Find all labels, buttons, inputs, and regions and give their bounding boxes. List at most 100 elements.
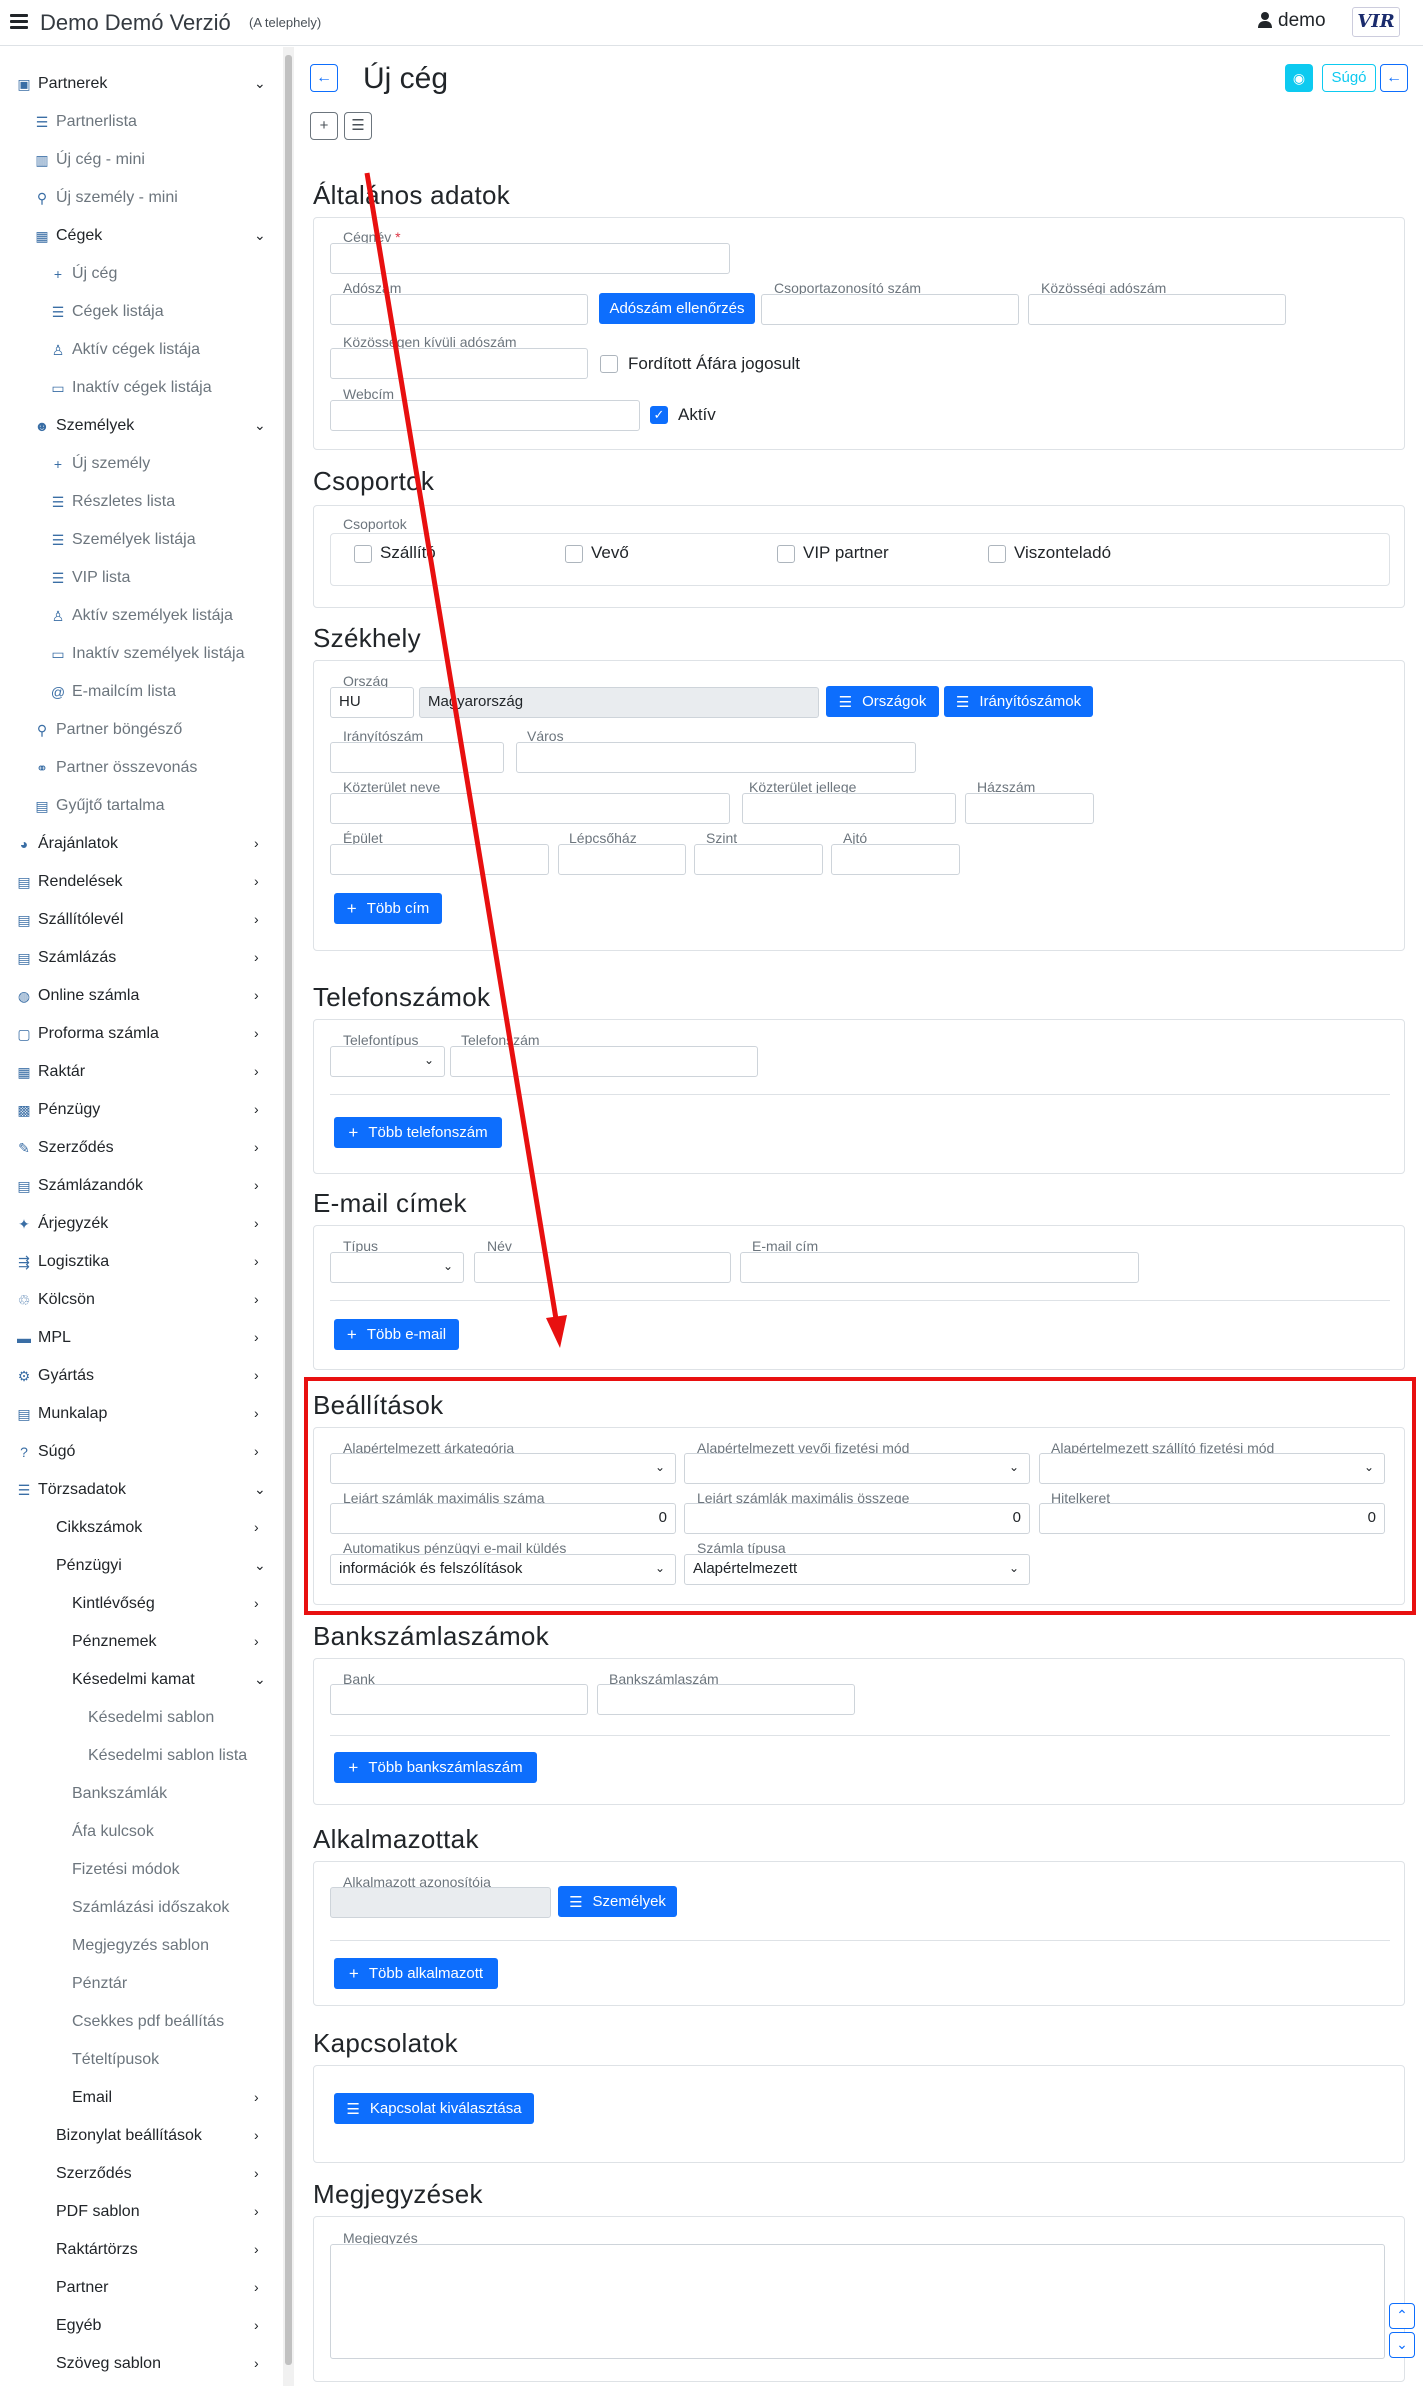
group-vip-checkbox[interactable] (777, 545, 795, 563)
sidebar-item-27[interactable]: ▦ Raktár › (16, 1053, 260, 1091)
sidebar-item-58[interactable]: Raktártörzs › (56, 2231, 260, 2269)
more-address-button[interactable]: + Több cím (334, 893, 442, 924)
sidebar-item-54[interactable]: Email › (72, 2079, 260, 2117)
back-button-right[interactable]: ← (1380, 64, 1408, 92)
group-supplier-checkbox[interactable] (354, 545, 372, 563)
sidebar-scrollbar[interactable] (283, 47, 294, 2386)
tax-number-input[interactable] (330, 294, 588, 325)
bank-input[interactable] (330, 1684, 588, 1715)
door-input[interactable] (831, 844, 960, 875)
zips-button[interactable]: ☰ Irányítószámok (944, 686, 1093, 717)
street-type-input[interactable] (742, 793, 956, 824)
menu-toggle-icon[interactable] (10, 14, 28, 29)
house-no-input[interactable] (965, 793, 1094, 824)
supplier-pay-select[interactable]: ⌄ (1039, 1453, 1385, 1484)
user-menu[interactable]: demo (1258, 10, 1326, 32)
sidebar-item-4[interactable]: ⚲ Új személy - mini (34, 179, 260, 217)
sidebar-item-61[interactable]: Szöveg sablon › (56, 2345, 260, 2383)
sidebar-item-24[interactable]: ▤ Számlázás › (16, 939, 260, 977)
sidebar-item-39[interactable]: Cikkszámok › (56, 1509, 260, 1547)
auto-email-select[interactable]: információk és felszólítások ⌄ (330, 1554, 676, 1585)
sidebar-item-46[interactable]: Bankszámlák (72, 1775, 260, 1813)
help-button[interactable]: Súgó (1322, 64, 1376, 92)
scroll-up-icon[interactable]: ⌃ (1389, 2303, 1415, 2329)
company-name-input[interactable] (330, 243, 730, 274)
more-employee-button[interactable]: + Több alkalmazott (334, 1958, 498, 1989)
notes-textarea[interactable] (330, 2244, 1385, 2359)
sidebar-item-33[interactable]: ♲ Kölcsön › (16, 1281, 260, 1319)
more-bank-button[interactable]: + Több bankszámlaszám (334, 1752, 537, 1783)
sidebar-item-26[interactable]: ▢ Proforma számla › (16, 1015, 260, 1053)
sidebar-item-25[interactable]: ◍ Online számla › (16, 977, 260, 1015)
sidebar-item-9[interactable]: ▭ Inaktív cégek listája (50, 369, 260, 407)
sidebar-item-19[interactable]: ⚭ Partner összevonás (34, 749, 260, 787)
persons-button[interactable]: ☰ Személyek (558, 1886, 677, 1917)
sidebar-item-35[interactable]: ⚙ Gyártás › (16, 1357, 260, 1395)
max-overdue-count-input[interactable]: 0 (330, 1503, 676, 1534)
chat-icon[interactable]: ◉ (1285, 64, 1313, 92)
country-code-input[interactable]: HU (330, 687, 414, 718)
back-button[interactable]: ← (310, 64, 338, 92)
community-tax-input[interactable] (1028, 294, 1286, 325)
floor-input[interactable] (694, 844, 823, 875)
email-type-select[interactable]: ⌄ (330, 1252, 464, 1283)
sidebar-item-43[interactable]: Késedelmi kamat ⌄ (72, 1661, 266, 1699)
active-checkbox[interactable]: ✓ (650, 406, 668, 424)
sidebar-item-17[interactable]: @ E-mailcím lista (50, 673, 260, 711)
sidebar-item-31[interactable]: ✦ Árjegyzék › (16, 1205, 260, 1243)
add-button[interactable]: + (310, 112, 338, 140)
email-address-input[interactable] (740, 1252, 1139, 1283)
sidebar-item-36[interactable]: ▤ Munkalap › (16, 1395, 260, 1433)
sidebar-item-34[interactable]: ▬ MPL › (16, 1319, 260, 1357)
sidebar-item-21[interactable]: ◕ Árajánlatok › (16, 825, 260, 863)
reverse-vat-checkbox[interactable] (600, 355, 618, 373)
buyer-pay-select[interactable]: ⌄ (684, 1453, 1030, 1484)
sidebar-item-51[interactable]: Pénztár (72, 1965, 260, 2003)
list-button[interactable]: ☰ (344, 112, 372, 140)
email-name-input[interactable] (474, 1252, 731, 1283)
sidebar-item-16[interactable]: ▭ Inaktív személyek listája (50, 635, 260, 673)
invoice-type-select[interactable]: Alapértelmezett ⌄ (684, 1554, 1030, 1585)
sidebar-item-23[interactable]: ▤ Szállítólevél › (16, 901, 260, 939)
street-name-input[interactable] (330, 793, 730, 824)
sidebar-item-10[interactable]: ☻ Személyek ⌄ (34, 407, 266, 445)
sidebar-item-37[interactable]: ? Súgó › (16, 1433, 260, 1471)
sidebar-item-15[interactable]: ♙ Aktív személyek listája (50, 597, 260, 635)
sidebar-item-6[interactable]: + Új cég (50, 255, 260, 293)
zip-input[interactable] (330, 742, 504, 773)
sidebar-item-2[interactable]: ☰ Partnerlista (34, 103, 260, 141)
select-contact-button[interactable]: ☰ Kapcsolat kiválasztása (334, 2093, 534, 2124)
foreign-tax-input[interactable] (330, 348, 588, 379)
sidebar-item-40[interactable]: Pénzügyi ⌄ (56, 1547, 266, 1585)
sidebar-item-38[interactable]: ☰ Törzsadatok ⌄ (16, 1471, 266, 1509)
sidebar-item-48[interactable]: Fizetési módok (72, 1851, 260, 1889)
credit-input[interactable]: 0 (1039, 1503, 1385, 1534)
max-overdue-sum-input[interactable]: 0 (684, 1503, 1030, 1534)
bank-account-input[interactable] (597, 1684, 855, 1715)
phone-type-select[interactable]: ⌄ (330, 1046, 445, 1077)
sidebar-item-50[interactable]: Megjegyzés sablon (72, 1927, 260, 1965)
sidebar-item-32[interactable]: ⇶ Logisztika › (16, 1243, 260, 1281)
sidebar-item-57[interactable]: PDF sablon › (56, 2193, 260, 2231)
sidebar-item-13[interactable]: ☰ Személyek listája (50, 521, 260, 559)
stairway-input[interactable] (558, 844, 686, 875)
sidebar-item-44[interactable]: Késedelmi sablon (88, 1699, 260, 1737)
sidebar-item-45[interactable]: Késedelmi sablon lista (88, 1737, 260, 1775)
sidebar-item-52[interactable]: Csekkes pdf beállítás (72, 2003, 260, 2041)
phone-number-input[interactable] (450, 1046, 758, 1077)
more-phone-button[interactable]: + Több telefonszám (334, 1117, 502, 1148)
website-input[interactable] (330, 400, 640, 431)
sidebar-item-8[interactable]: ♙ Aktív cégek listája (50, 331, 260, 369)
building-input[interactable] (330, 844, 549, 875)
scroll-down-icon[interactable]: ⌄ (1389, 2332, 1415, 2358)
group-reseller-checkbox[interactable] (988, 545, 1006, 563)
tax-check-button[interactable]: Adószám ellenőrzés (599, 293, 755, 324)
sidebar-item-56[interactable]: Szerződés › (56, 2155, 260, 2193)
sidebar-item-60[interactable]: Egyéb › (56, 2307, 260, 2345)
sidebar-item-59[interactable]: Partner › (56, 2269, 260, 2307)
sidebar-item-49[interactable]: Számlázási időszakok (72, 1889, 260, 1927)
sidebar-item-11[interactable]: + Új személy (50, 445, 260, 483)
sidebar-item-30[interactable]: ▤ Számlázandók › (16, 1167, 260, 1205)
sidebar-item-12[interactable]: ☰ Részletes lista (50, 483, 260, 521)
sidebar-item-28[interactable]: ▩ Pénzügy › (16, 1091, 260, 1129)
